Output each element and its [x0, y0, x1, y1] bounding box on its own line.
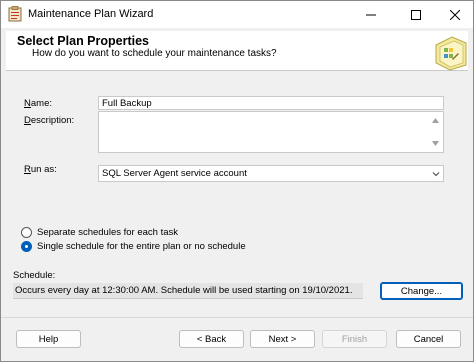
separate-schedules-radio[interactable]	[21, 227, 32, 238]
run-as-label-text: un as:	[30, 164, 57, 175]
single-schedule-radio[interactable]	[21, 241, 32, 252]
maintenance-plan-wizard-window: Maintenance Plan Wizard Select Plan Prop…	[0, 0, 474, 362]
separate-schedules-label: Separate schedules for each task	[37, 227, 179, 238]
separate-schedules-option[interactable]: Separate schedules for each task	[21, 227, 178, 238]
change-schedule-button[interactable]: Change...	[380, 282, 463, 300]
minimize-button[interactable]	[351, 1, 391, 28]
name-field[interactable]: Full Backup	[98, 96, 444, 110]
description-label-text: escription:	[30, 115, 75, 126]
close-button[interactable]	[435, 1, 474, 28]
back-button[interactable]: < Back	[179, 330, 244, 348]
window-title: Maintenance Plan Wizard	[28, 8, 154, 20]
close-icon	[450, 9, 460, 20]
wizard-header: Select Plan Properties How do you want t…	[6, 31, 468, 71]
scroll-up-icon[interactable]	[432, 118, 439, 123]
footer-divider	[1, 317, 473, 318]
single-schedule-label: Single schedule for the entire plan or n…	[37, 241, 246, 252]
run-as-label-accel: R	[24, 164, 31, 175]
description-scrollbar[interactable]	[429, 112, 443, 152]
description-label-accel: D	[24, 115, 31, 126]
minimize-icon	[366, 14, 376, 15]
name-label: Name:	[24, 98, 52, 109]
maintenance-plan-icon	[8, 6, 22, 22]
next-button[interactable]: Next >	[250, 330, 315, 348]
schedule-label: Schedule:	[13, 270, 56, 281]
name-label-text: ame:	[30, 98, 52, 109]
chevron-down-icon	[432, 172, 440, 177]
name-label-accel: N	[24, 98, 31, 109]
maximize-icon	[411, 9, 421, 20]
run-as-value: SQL Server Agent service account	[102, 168, 247, 179]
finish-button[interactable]: Finish	[322, 330, 387, 348]
scroll-down-icon[interactable]	[432, 141, 439, 146]
help-button[interactable]: Help	[16, 330, 81, 348]
schedule-description: Occurs every day at 12:30:00 AM. Schedul…	[13, 283, 363, 299]
single-schedule-option[interactable]: Single schedule for the entire plan or n…	[21, 241, 246, 252]
page-title: Select Plan Properties	[17, 34, 150, 48]
run-as-label: Run as:	[24, 164, 57, 175]
description-label: Description:	[24, 115, 74, 126]
maximize-button[interactable]	[396, 1, 436, 28]
cancel-button[interactable]: Cancel	[396, 330, 461, 348]
description-field[interactable]	[98, 111, 444, 153]
run-as-dropdown[interactable]: SQL Server Agent service account	[98, 165, 444, 182]
page-subtitle: How do you want to schedule your mainten…	[32, 48, 277, 59]
title-bar: Maintenance Plan Wizard	[1, 1, 473, 28]
wizard-folder-icon	[435, 36, 467, 71]
